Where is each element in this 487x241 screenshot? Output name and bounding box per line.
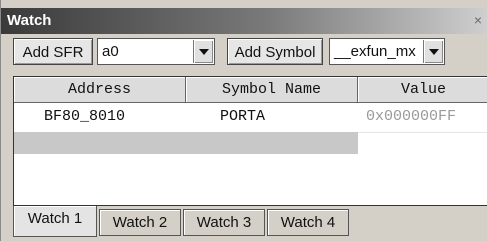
sfr-select[interactable]: a0 [97, 38, 215, 65]
empty-row-selected[interactable] [14, 132, 358, 154]
watch-tabs: Watch 1 Watch 2 Watch 3 Watch 4 [13, 206, 487, 241]
add-symbol-button[interactable]: Add Symbol [227, 38, 323, 65]
title-bar[interactable]: Watch × [1, 8, 487, 34]
column-header-symbol-name[interactable]: Symbol Name [186, 77, 358, 103]
value-cell[interactable]: 0x000000FF [366, 108, 456, 125]
symbol-cell: PORTA [220, 108, 266, 125]
symbol-select-value: __exfun_mx [334, 43, 416, 60]
watch-table[interactable]: Address Symbol Name Value BF80_8010 PORT… [13, 76, 487, 206]
tab-watch-4[interactable]: Watch 4 [267, 209, 349, 236]
add-sfr-button[interactable]: Add SFR [13, 38, 93, 65]
table-row[interactable]: BF80_8010 PORTA 0x000000FF [14, 103, 487, 132]
tab-watch-3[interactable]: Watch 3 [183, 209, 265, 236]
column-header-address[interactable]: Address [14, 77, 186, 103]
watch-window: Watch × Add SFR a0 Add Symbol __exfun_mx… [0, 0, 487, 241]
chevron-down-icon[interactable] [193, 40, 213, 63]
column-header-value[interactable]: Value [358, 77, 487, 103]
sfr-select-value: a0 [102, 43, 119, 60]
toolbar: Add SFR a0 Add Symbol __exfun_mx [1, 34, 487, 72]
close-icon[interactable]: × [470, 11, 486, 29]
symbol-select[interactable]: __exfun_mx [329, 38, 445, 65]
tab-watch-2[interactable]: Watch 2 [99, 209, 181, 236]
chevron-down-icon[interactable] [423, 40, 443, 63]
tab-watch-1[interactable]: Watch 1 [13, 206, 97, 237]
window-title: Watch [7, 12, 52, 29]
address-cell: BF80_8010 [44, 108, 126, 125]
empty-row-value-cell[interactable] [358, 132, 487, 155]
